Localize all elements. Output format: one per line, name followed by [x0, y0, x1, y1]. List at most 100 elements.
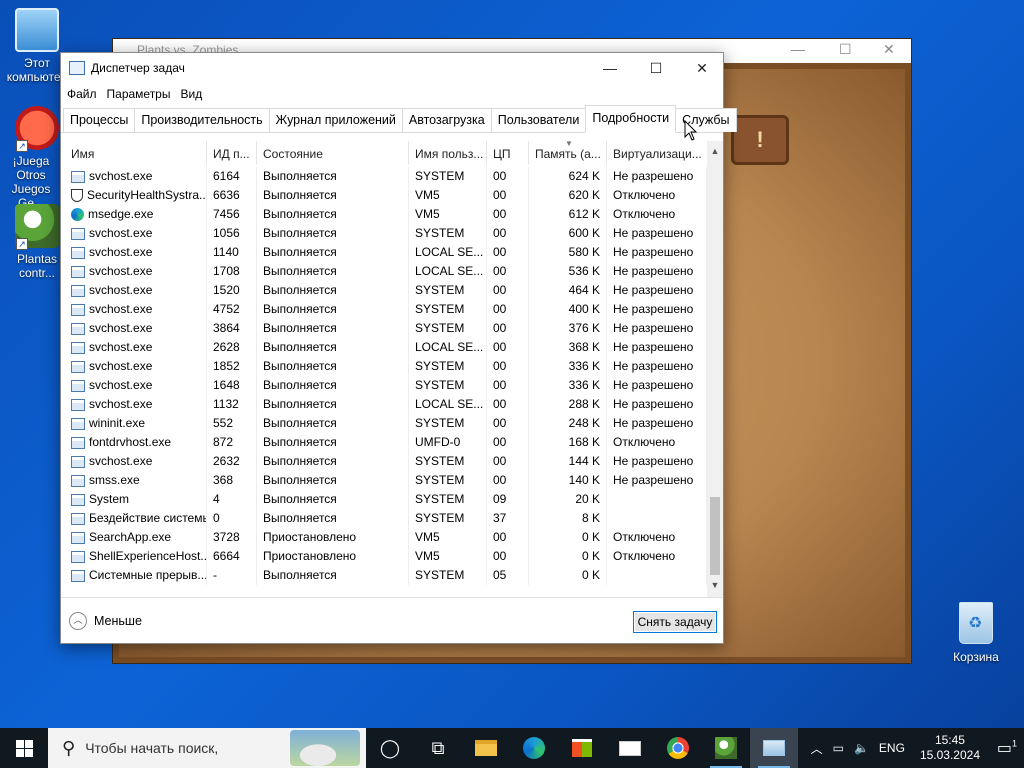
cell-pid: 1132: [207, 395, 257, 414]
column-header-cpu[interactable]: ЦП: [487, 141, 529, 165]
process-name: svchost.exe: [89, 321, 153, 335]
task-view-icon[interactable]: ⧉: [414, 728, 462, 768]
table-row[interactable]: wininit.exe 552 Выполняется SYSTEM 00 248 K Не…: [61, 414, 707, 433]
cell-user: SYSTEM: [409, 490, 487, 509]
cell-virtualization: Не разрешено: [607, 414, 707, 433]
table-row[interactable]: svchost.exe 1648 Выполняется SYSTEM 00 336 KН…: [61, 376, 707, 395]
cell-user: LOCAL SE...: [409, 395, 487, 414]
scrollbar-thumb[interactable]: [710, 497, 720, 575]
cell-state: Выполняется: [257, 471, 409, 490]
application-icon: [71, 531, 85, 544]
volume-muted-icon[interactable]: 🔈: [854, 741, 869, 755]
table-row[interactable]: svchost.exe 1140 Выполняется LOCAL SE... 00 5…: [61, 243, 707, 262]
process-name: svchost.exe: [89, 169, 153, 183]
table-row[interactable]: svchost.exe 2632 Выполняется SYSTEM 00 144 KН…: [61, 452, 707, 471]
table-row[interactable]: svchost.exe 1708 Выполняется LOCAL SE... 00 5…: [61, 262, 707, 281]
mail-icon[interactable]: [606, 728, 654, 768]
desktop-icon-recycle-bin[interactable]: Корзина: [946, 602, 1006, 664]
scroll-up-icon[interactable]: ▲: [707, 143, 723, 159]
table-row[interactable]: ShellExperienceHost.... 6664 Приостановлен…: [61, 547, 707, 566]
table-row[interactable]: svchost.exe 6164 Выполняется SYSTEM 00 624 KН…: [61, 167, 707, 186]
close-button[interactable]: ✕: [679, 53, 725, 83]
table-row[interactable]: SecurityHealthSystra... 6636 Выполняется VM…: [61, 186, 707, 205]
tray-chevron-up-icon[interactable]: ︿: [811, 740, 823, 757]
windows-logo-icon: [25, 740, 33, 748]
cell-memory: 168 K: [529, 433, 607, 452]
vertical-scrollbar[interactable]: ▲ ▼: [707, 141, 723, 597]
clock[interactable]: 15:45 15.03.2024: [920, 733, 980, 763]
task-manager-window[interactable]: Диспетчер задач — ☐ ✕ Файл Параметры Вид…: [60, 52, 737, 644]
menu-view[interactable]: Вид: [180, 87, 202, 101]
table-row[interactable]: System 4 Выполняется SYSTEM 09 20 K: [61, 490, 707, 509]
chrome-icon[interactable]: [654, 728, 702, 768]
search-icon: ⚲: [62, 737, 76, 758]
tab-startup[interactable]: Автозагрузка: [401, 108, 492, 132]
column-header-pid[interactable]: ИД п...: [207, 141, 257, 165]
cell-virtualization: Не разрешено: [607, 338, 707, 357]
column-header-name[interactable]: Имя: [61, 141, 207, 165]
tab-app-history[interactable]: Журнал приложений: [268, 108, 403, 132]
tab-details[interactable]: Подробности: [585, 105, 677, 133]
pvz-minimize-button[interactable]: —: [791, 41, 805, 57]
cell-virtualization: Отключено: [607, 433, 707, 452]
process-name: Системные прерыв...: [89, 568, 207, 582]
cell-pid: 2628: [207, 338, 257, 357]
pvz-maximize-button[interactable]: ☐: [839, 41, 852, 58]
cell-cpu: 00: [487, 357, 529, 376]
maximize-button[interactable]: ☐: [633, 53, 679, 83]
cell-memory: 400 K: [529, 300, 607, 319]
menu-options[interactable]: Параметры: [107, 87, 171, 101]
table-row[interactable]: msedge.exe 7456 Выполняется VM5 00 612 K Отклю…: [61, 205, 707, 224]
pvz-close-button[interactable]: ✕: [883, 41, 895, 58]
store-icon[interactable]: [558, 728, 606, 768]
table-row[interactable]: svchost.exe 4752 Выполняется SYSTEM 00 400 KН…: [61, 300, 707, 319]
table-row[interactable]: Бездействие системы 0 Выполняется SYSTEM 37 8…: [61, 509, 707, 528]
table-row[interactable]: smss.exe 368 Выполняется SYSTEM 00 140 K Не ра…: [61, 471, 707, 490]
table-row[interactable]: svchost.exe 1852 Выполняется SYSTEM 00 336 KН…: [61, 357, 707, 376]
table-row[interactable]: svchost.exe 1520 Выполняется SYSTEM 00 464 KН…: [61, 281, 707, 300]
edge-icon[interactable]: [510, 728, 558, 768]
cell-cpu: 00: [487, 528, 529, 547]
minimize-button[interactable]: —: [587, 53, 633, 83]
process-name: svchost.exe: [89, 397, 153, 411]
table-row[interactable]: SearchApp.exe 3728 Приостановлено VM5 00 0 KО…: [61, 528, 707, 547]
cell-user: SYSTEM: [409, 509, 487, 528]
cell-memory: 0 K: [529, 547, 607, 566]
cell-cpu: 00: [487, 167, 529, 186]
table-row[interactable]: svchost.exe 1056 Выполняется SYSTEM 00 600 KН…: [61, 224, 707, 243]
menu-file[interactable]: Файл: [67, 87, 97, 101]
end-task-button[interactable]: Снять задачу: [633, 611, 717, 633]
task-manager-taskbar-icon[interactable]: [750, 728, 798, 768]
start-button[interactable]: [0, 728, 48, 768]
language-indicator[interactable]: ENG: [879, 741, 905, 755]
cortana-icon[interactable]: ◯: [366, 728, 414, 768]
scroll-down-icon[interactable]: ▼: [707, 577, 723, 593]
process-name: svchost.exe: [89, 454, 153, 468]
taskbar-search-box[interactable]: ⚲ Чтобы начать поиск,: [48, 728, 366, 768]
notification-center-icon[interactable]: ▭1: [990, 738, 1024, 758]
column-header-virtualization[interactable]: Виртуализаци...: [607, 141, 707, 165]
plants-vs-zombies-taskbar-icon[interactable]: [702, 728, 750, 768]
table-row[interactable]: Системные прерыв... - Выполняется SYSTEM 05 0…: [61, 566, 707, 585]
table-row[interactable]: svchost.exe 2628 Выполняется LOCAL SE... 00 3…: [61, 338, 707, 357]
table-row[interactable]: svchost.exe 3864 Выполняется SYSTEM 00 376 KН…: [61, 319, 707, 338]
network-icon[interactable]: ▭: [833, 741, 844, 755]
column-header-state[interactable]: Состояние: [257, 141, 409, 165]
cell-virtualization: Отключено: [607, 528, 707, 547]
application-icon: [71, 284, 85, 297]
process-name: svchost.exe: [89, 378, 153, 392]
table-row[interactable]: fontdrvhost.exe 872 Выполняется UMFD-0 00 168…: [61, 433, 707, 452]
cell-name: SearchApp.exe: [61, 528, 207, 547]
chevron-up-icon[interactable]: ︿: [69, 612, 87, 630]
fewer-details-link[interactable]: Меньше: [94, 614, 142, 628]
file-explorer-icon[interactable]: [462, 728, 510, 768]
tab-users[interactable]: Пользователи: [490, 108, 587, 132]
table-row[interactable]: svchost.exe 1132 Выполняется LOCAL SE... 00 2…: [61, 395, 707, 414]
cell-cpu: 00: [487, 186, 529, 205]
application-icon: [71, 303, 85, 316]
column-header-user[interactable]: Имя польз...: [409, 141, 487, 165]
task-manager-titlebar[interactable]: Диспетчер задач — ☐ ✕: [61, 53, 723, 83]
tab-processes[interactable]: Процессы: [63, 108, 136, 132]
tab-performance[interactable]: Производительность: [134, 108, 270, 132]
menu-bar: Файл Параметры Вид: [61, 83, 723, 105]
